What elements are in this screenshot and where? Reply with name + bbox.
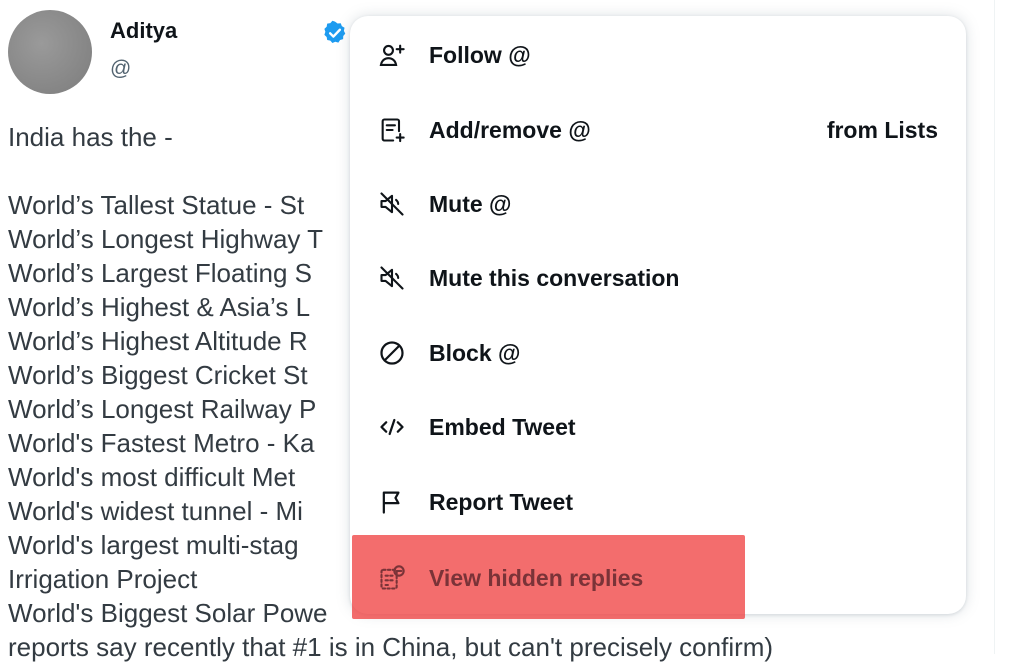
- menu-item-label: Embed Tweet: [429, 413, 576, 440]
- menu-item-view-hidden-replies[interactable]: View hidden replies: [350, 541, 966, 615]
- list-add-icon: [378, 116, 406, 144]
- hidden-replies-icon: [378, 564, 406, 592]
- menu-item-label: Block @: [429, 339, 521, 366]
- menu-item-label: View hidden replies: [429, 564, 644, 591]
- menu-item-report[interactable]: Report Tweet: [350, 465, 966, 539]
- menu-item-label: Mute @: [429, 190, 512, 217]
- flag-icon: [378, 488, 406, 516]
- menu-item-label: Add/remove @: [429, 116, 591, 143]
- author-name[interactable]: Aditya: [110, 18, 177, 44]
- mute-speaker-icon: [378, 190, 406, 218]
- menu-item-block[interactable]: Block @: [350, 316, 966, 390]
- menu-item-label: Mute this conversation: [429, 264, 680, 291]
- menu-item-embed[interactable]: Embed Tweet: [350, 390, 966, 464]
- verified-badge-icon[interactable]: [322, 20, 348, 46]
- menu-item-mute-conversation[interactable]: Mute this conversation: [350, 241, 966, 315]
- menu-item-label: Report Tweet: [429, 488, 573, 515]
- tweet-line: reports say recently that #1 is in China…: [8, 632, 774, 662]
- menu-item-suffix: from Lists: [826, 116, 938, 143]
- block-icon: [378, 339, 406, 367]
- menu-item-label: Follow @: [429, 41, 531, 68]
- menu-item-follow[interactable]: Follow @: [350, 18, 966, 92]
- mute-conversation-icon: [378, 264, 406, 292]
- menu-item-mute-user[interactable]: Mute @: [350, 167, 966, 241]
- follow-user-icon: [378, 41, 406, 69]
- avatar[interactable]: [8, 10, 92, 94]
- menu-item-lists[interactable]: Add/remove @ from Lists: [350, 93, 966, 167]
- author-handle[interactable]: @: [110, 57, 131, 81]
- embed-code-icon: [378, 413, 406, 441]
- tweet-more-menu: Follow @ Add/remove @ from Lists Mute @ …: [350, 16, 966, 614]
